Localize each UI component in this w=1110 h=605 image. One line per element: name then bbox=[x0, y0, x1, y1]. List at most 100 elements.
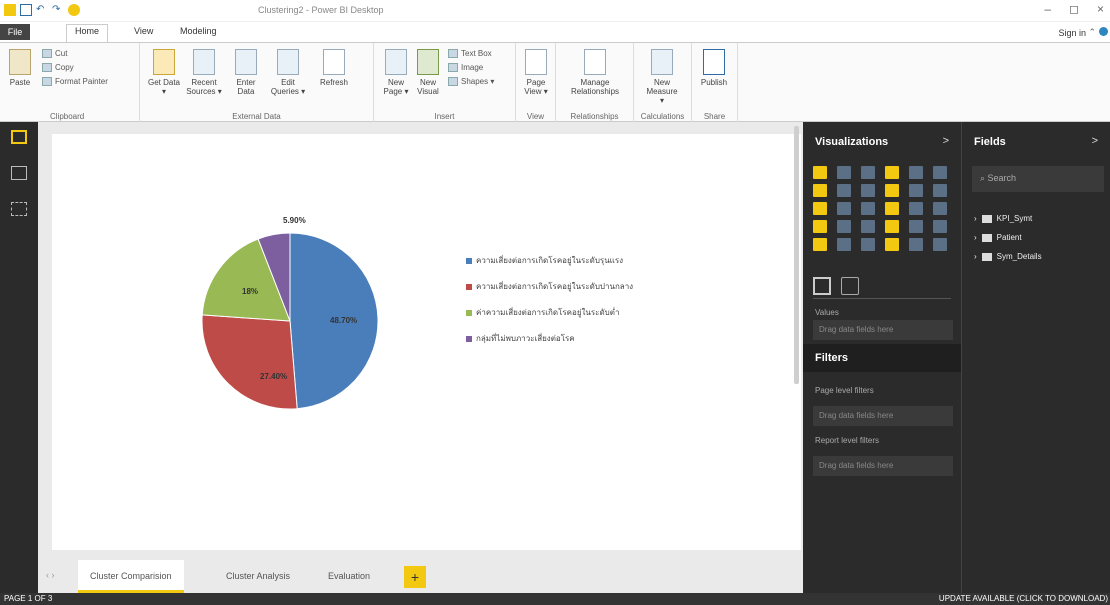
visual-type-icon[interactable] bbox=[861, 184, 875, 197]
visual-type-icon[interactable] bbox=[909, 238, 923, 251]
visual-type-icon[interactable] bbox=[909, 184, 923, 197]
format-painter-button[interactable]: Format Painter bbox=[42, 77, 108, 86]
visual-type-icon[interactable] bbox=[885, 184, 899, 197]
group-view: Page View ▾ View bbox=[516, 43, 556, 123]
add-page-button[interactable]: + bbox=[404, 566, 426, 588]
close-icon[interactable]: × bbox=[1097, 2, 1104, 16]
visual-type-icon[interactable] bbox=[885, 202, 899, 215]
legend-item[interactable]: ความเสี่ยงต่อการเกิดโรคอยู่ในระดับรุนแรง bbox=[466, 254, 623, 267]
visual-type-icon[interactable] bbox=[933, 166, 947, 179]
tab-view[interactable]: View bbox=[134, 26, 153, 36]
text-box-button[interactable]: Text Box bbox=[448, 49, 492, 58]
legend-label: ความเสี่ยงต่อการเกิดโรคอยู่ในระดับรุนแรง bbox=[476, 256, 624, 265]
visual-type-icon[interactable] bbox=[885, 220, 899, 233]
format-paint-roller-icon[interactable] bbox=[841, 277, 859, 295]
visual-type-icon[interactable] bbox=[933, 202, 947, 215]
report-filters-drop-well[interactable]: Drag data fields here bbox=[813, 456, 953, 476]
visual-type-icon[interactable] bbox=[837, 184, 851, 197]
cut-button[interactable]: Cut bbox=[42, 49, 67, 58]
edit-queries-button[interactable]: Edit Queries ▾ bbox=[270, 49, 306, 96]
visual-type-icon[interactable] bbox=[909, 202, 923, 215]
save-icon[interactable] bbox=[20, 4, 32, 16]
shapes-button[interactable]: Shapes ▾ bbox=[448, 77, 494, 86]
page-view-button[interactable]: Page View ▾ bbox=[518, 49, 554, 96]
tab-home[interactable]: Home bbox=[66, 24, 109, 42]
visual-type-icon[interactable] bbox=[813, 220, 827, 233]
new-measure-button[interactable]: New Measure ▾ bbox=[644, 49, 680, 105]
copy-button[interactable]: Copy bbox=[42, 63, 74, 72]
page-nav-arrows[interactable]: ‹ › bbox=[46, 570, 55, 580]
legend-item[interactable]: กลุ่มที่ไม่พบภาวะเสี่ยงต่อโรค bbox=[466, 332, 575, 345]
visual-type-icon[interactable] bbox=[837, 166, 851, 179]
window-controls: – ◻ × bbox=[1044, 2, 1104, 16]
visual-type-icon[interactable] bbox=[885, 166, 899, 179]
visual-type-icon[interactable] bbox=[813, 238, 827, 251]
visual-type-icon[interactable] bbox=[861, 238, 875, 251]
sign-in-link[interactable]: Sign in bbox=[1058, 28, 1086, 38]
visual-type-icon[interactable] bbox=[933, 238, 947, 251]
visual-type-icon[interactable] bbox=[885, 238, 899, 251]
page-tab-evaluation[interactable]: Evaluation bbox=[316, 560, 382, 593]
relationships-view-icon[interactable] bbox=[11, 202, 27, 216]
legend-item[interactable]: ความเสี่ยงต่อการเกิดโรคอยู่ในระดับปานกลา… bbox=[466, 280, 633, 293]
field-table-sym-details[interactable]: › Sym_Details bbox=[974, 252, 1042, 261]
visual-type-icon[interactable] bbox=[837, 220, 851, 233]
collapse-fields-icon[interactable]: > bbox=[1092, 135, 1098, 147]
recent-sources-button[interactable]: Recent Sources ▾ bbox=[186, 49, 222, 96]
minimize-icon[interactable]: – bbox=[1044, 2, 1051, 16]
refresh-button[interactable]: Refresh bbox=[316, 49, 352, 87]
theme-icon[interactable] bbox=[68, 4, 80, 16]
visual-type-icon[interactable] bbox=[837, 202, 851, 215]
maximize-icon[interactable]: ◻ bbox=[1069, 2, 1079, 16]
get-data-button[interactable]: Get Data ▾ bbox=[146, 49, 182, 96]
vertical-scrollbar[interactable] bbox=[794, 126, 799, 384]
visual-type-icon[interactable] bbox=[837, 238, 851, 251]
visual-type-icon[interactable] bbox=[813, 184, 827, 197]
visual-type-icon[interactable] bbox=[813, 202, 827, 215]
visual-type-icon[interactable] bbox=[933, 220, 947, 233]
data-view-icon[interactable] bbox=[11, 166, 27, 180]
manage-relationships-button[interactable]: Manage Relationships bbox=[566, 49, 624, 96]
legend-label: ความเสี่ยงต่อการเกิดโรคอยู่ในระดับปานกลา… bbox=[476, 282, 634, 291]
collapse-ribbon-icon[interactable]: ⌃ bbox=[1088, 27, 1096, 38]
expand-chevron-icon[interactable]: › bbox=[974, 214, 977, 223]
help-icon[interactable] bbox=[1099, 27, 1108, 36]
collapse-visualizations-icon[interactable]: > bbox=[943, 135, 949, 147]
visual-type-icon[interactable] bbox=[909, 220, 923, 233]
page-tab-cluster-analysis[interactable]: Cluster Analysis bbox=[214, 560, 302, 593]
visual-type-icon[interactable] bbox=[861, 202, 875, 215]
paste-button[interactable]: Paste bbox=[2, 49, 38, 87]
page-tab-cluster-comparision[interactable]: Cluster Comparision bbox=[78, 560, 184, 593]
redo-icon[interactable]: ↷ bbox=[52, 4, 64, 16]
enter-data-button[interactable]: Enter Data bbox=[228, 49, 264, 96]
legend-item[interactable]: ค่าความเสี่ยงต่อการเกิดโรคอยู่ในระดับต่ำ bbox=[466, 306, 619, 319]
publish-icon bbox=[703, 49, 725, 75]
page-level-filters-label: Page level filters bbox=[815, 386, 874, 395]
visualizations-title: Visualizations bbox=[815, 136, 889, 148]
visual-type-icon[interactable] bbox=[861, 220, 875, 233]
report-view-icon[interactable] bbox=[11, 130, 27, 144]
tab-modeling[interactable]: Modeling bbox=[180, 26, 217, 36]
pie-chart[interactable]: 48.70% 27.40% 18% 5.90% bbox=[52, 134, 801, 550]
expand-chevron-icon[interactable]: › bbox=[974, 252, 977, 261]
pie-slice[interactable] bbox=[201, 314, 298, 410]
field-table-kpi-symt[interactable]: › KPI_Symt bbox=[974, 214, 1032, 223]
expand-chevron-icon[interactable]: › bbox=[974, 233, 977, 242]
new-visual-button[interactable]: New Visual bbox=[410, 49, 446, 96]
values-drop-well[interactable]: Drag data fields here bbox=[813, 320, 953, 340]
visual-type-icon[interactable] bbox=[861, 166, 875, 179]
visual-type-icon[interactable] bbox=[909, 166, 923, 179]
field-table-patient[interactable]: › Patient bbox=[974, 233, 1022, 242]
tab-file[interactable]: File bbox=[0, 24, 30, 40]
visual-type-icon[interactable] bbox=[813, 166, 827, 179]
visual-type-icon[interactable] bbox=[933, 184, 947, 197]
report-page[interactable]: 48.70% 27.40% 18% 5.90% ความเสี่ยงต่อการเกิ… bbox=[52, 134, 801, 550]
undo-icon[interactable]: ↶ bbox=[36, 4, 48, 16]
fields-well-icon[interactable] bbox=[813, 277, 831, 295]
fields-search-input[interactable]: ⌕ Search bbox=[972, 166, 1104, 192]
new-page-button[interactable]: New Page ▾ bbox=[378, 49, 414, 96]
image-button[interactable]: Image bbox=[448, 63, 483, 72]
update-available-link[interactable]: UPDATE AVAILABLE (CLICK TO DOWNLOAD) bbox=[939, 594, 1108, 603]
publish-button[interactable]: Publish bbox=[696, 49, 732, 87]
page-filters-drop-well[interactable]: Drag data fields here bbox=[813, 406, 953, 426]
